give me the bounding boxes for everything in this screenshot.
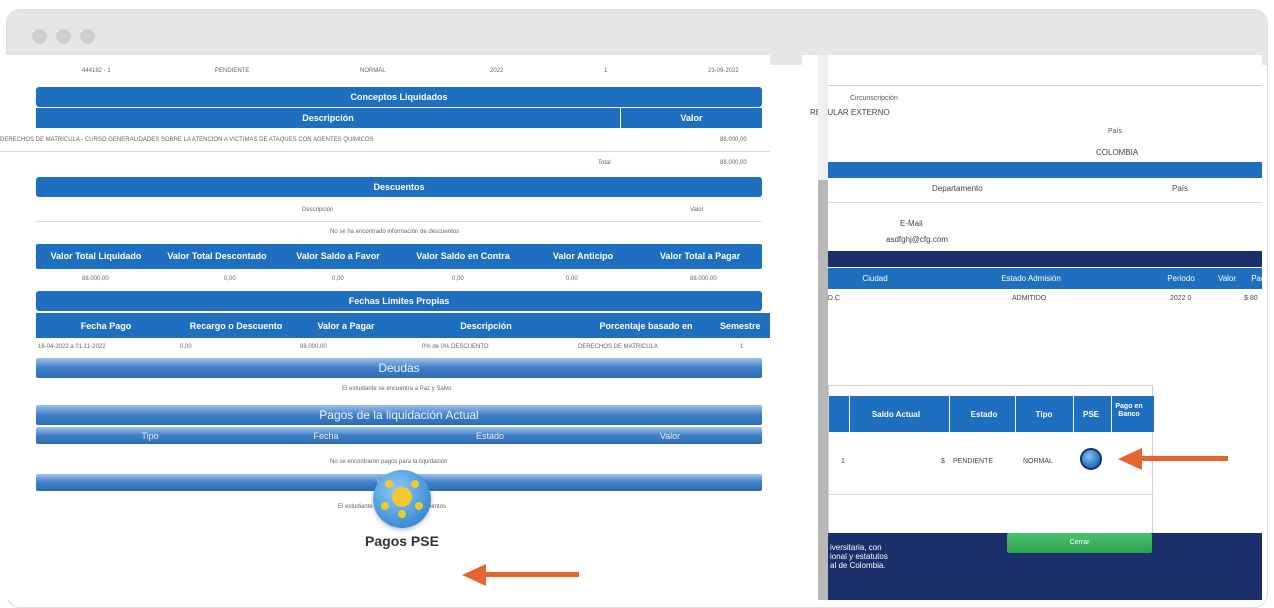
top-cell: NORMAL [360,68,386,74]
admission-header-cell: Estado Admisión [1001,274,1061,283]
top-cell: 444182 - 1 [82,68,111,74]
divider [0,151,770,152]
totals-header-cell: Valor Total Liquidado [50,251,142,261]
close-dot-icon[interactable] [32,29,47,44]
admission-cell: 2022 0 [1170,295,1192,302]
totals-header-cell: Valor Saldo en Contra [416,251,510,261]
field-label: País [1172,184,1189,193]
fechas-header-cell: Semestre [720,321,761,331]
section-title: Pagos de la liquidación Actual [36,405,762,425]
pagos-header-cell: Estado [475,431,505,441]
concept-value: 88.000,00 [720,137,747,143]
pse-logo-button[interactable] [373,470,431,528]
totals-header-cell: Valor Total a Pagar [659,251,741,261]
pagos-header-cell: Tipo [141,431,159,441]
section-title: Fechas Límites Propias [36,291,762,311]
totals-value: 0,00 [452,276,464,282]
modal-header-cell: Saldo Actual [871,410,921,419]
admission-header-cell: Ciudad [862,274,888,283]
fechas-header-cell: Valor a Pagar [317,321,375,331]
totals-value: 0,00 [566,276,578,282]
modal-cell: PENDIENTE [953,458,994,465]
annotation-arrow-shaft [484,572,579,577]
column-header: Valor [690,207,704,213]
column-header: Descripción [302,207,334,213]
section-bar [822,251,1262,267]
totals-header-cell: Valor Anticipo [552,251,614,261]
column-header: Descripción [36,108,620,128]
modal-cell: 1 [841,458,845,465]
totals-header-cell: Valor Total Descontado [167,251,267,261]
admission-header-cell: Periodo [1167,274,1195,283]
fechas-cell: 88.000,00 [300,344,327,350]
divider [829,494,1154,495]
email-value: asdfghj@cfg.com [886,235,948,244]
modal-header-cell: Pago en Banco [1115,403,1143,418]
empty-message: No se ha encontrado información de descu… [330,229,460,235]
modal-header-cell: PSE [1082,410,1099,419]
fechas-cell: 0,00 [180,344,192,350]
totals-value: 0,00 [332,276,344,282]
admission-cell: ADMITIDO [1012,295,1047,302]
fechas-header-cell: Recargo o Descuento [189,321,283,331]
field-value: COLOMBIA [1096,148,1139,157]
divider [822,202,1262,203]
status-text: El estudiante se encuentra a Paz y Salvo [342,386,452,392]
pagos-header-cell: Valor [659,431,681,441]
top-cell: 1 [604,68,608,74]
field-label: E-Mail [900,219,923,228]
payment-modal: Saldo Actual Estado Tipo PSE Pago en Ban… [828,385,1154,535]
pse-hub-icon [392,487,412,507]
fechas-cell: 1 [740,344,744,350]
scrollbar-thumb[interactable] [818,180,828,600]
section-bar [822,162,1262,178]
divider [822,85,1262,86]
modal-cell: $ [941,458,945,465]
admission-cell: $ 80 [1244,295,1258,302]
top-cell: 23-09-2022 [708,68,739,74]
top-cell: 2022 [490,68,504,74]
fechas-cell: 0% de 0% DESCUENTO [422,344,489,350]
top-cell: PENDIENTE [215,68,250,74]
divider [36,221,762,222]
totals-value: 88.000,00 [82,276,109,282]
fechas-header-cell: Descripción [460,321,512,331]
concept-description: DERECHOS DE MATRICULA - CURSO GENERALIDA… [0,137,374,143]
totals-value: 88.000,00 [690,276,717,282]
section-title: Deudas [36,358,762,378]
total-value: 88.000,00 [720,160,747,166]
totals-header-cell: Valor Saldo a Favor [296,251,380,261]
fechas-header-cell: Fecha Pago [80,321,132,331]
minimize-dot-icon[interactable] [56,29,71,44]
pse-label[interactable]: Pagos PSE [352,533,452,549]
close-button[interactable]: Cerrar [1007,533,1152,553]
fechas-header-cell: Porcentaje basado en [599,321,693,331]
admission-header-cell: Pagado [1251,274,1262,283]
field-label: País [1108,128,1123,135]
modal-header-cell: Tipo [1035,410,1053,419]
annotation-arrow-icon [462,564,486,586]
pse-small-icon-button[interactable] [1080,448,1102,470]
annotation-arrow-shaft [1140,456,1228,461]
maximize-dot-icon[interactable] [80,29,95,44]
section-title: Conceptos Liquidados [36,87,762,107]
fechas-cell: DERECHOS DE MATRICULA [578,344,658,350]
modal-cell: NORMAL [1023,458,1053,465]
scrollbar[interactable] [818,55,828,600]
column-header: Valor [621,108,762,128]
admission-header-cell: Valor [1217,274,1237,283]
field-label: Departamento [932,184,983,193]
pagos-header-cell: Fecha [313,431,339,441]
footer-text: iversitaria, con ional y estatutos al de… [830,543,888,570]
annotation-arrow-icon [1118,448,1142,470]
section-title: Descuentos [36,177,762,197]
fechas-cell: 16-04-2022 a 01-11-2022 [38,344,106,350]
empty-message: No se encontraron pagos para la liquidac… [330,459,448,465]
total-label: Total [598,160,611,166]
field-label: Circunscripción [850,95,898,102]
modal-header-cell: Estado [970,410,998,419]
modal-table-header: Saldo Actual Estado Tipo PSE Pago en Ban… [829,396,1154,432]
totals-value: 0,00 [224,276,236,282]
